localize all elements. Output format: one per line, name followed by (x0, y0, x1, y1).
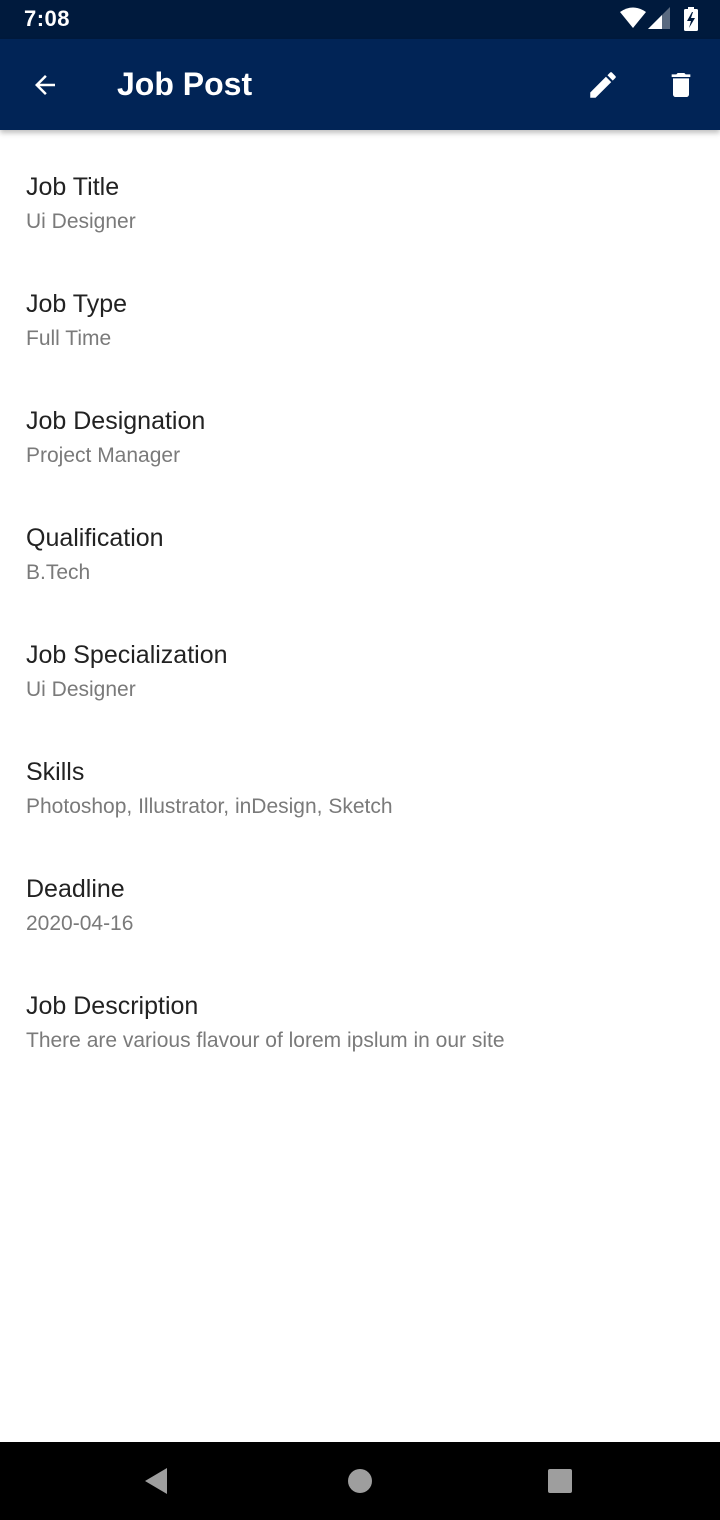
nav-back-button[interactable] (131, 1456, 181, 1506)
field-label: Qualification (26, 524, 164, 552)
status-time: 7:08 (24, 6, 71, 31)
field-job-designation: Job Designation Project Manager (26, 379, 696, 469)
field-label: Job Specialization (26, 641, 228, 669)
nav-home-circle-icon (348, 1469, 372, 1493)
field-value: Ui Designer (26, 678, 136, 701)
field-job-specialization: Job Specialization Ui Designer (26, 613, 696, 703)
page-title: Job Post (117, 66, 253, 102)
field-label: Job Title (26, 173, 120, 201)
wifi-icon (620, 7, 646, 28)
edit-button[interactable] (576, 58, 630, 112)
nav-recents-square-icon (548, 1469, 572, 1493)
status-bar: 7:08 (0, 0, 720, 39)
field-qualification: Qualification B.Tech (26, 496, 696, 586)
app-bar: Job Post (0, 39, 720, 130)
field-label: Deadline (26, 875, 125, 903)
field-job-type: Job Type Full Time (26, 262, 696, 352)
pencil-icon (590, 72, 616, 98)
field-skills: Skills Photoshop, Illustrator, inDesign,… (26, 730, 696, 820)
battery-charging-icon (684, 7, 698, 31)
nav-back-triangle-icon (145, 1468, 167, 1494)
back-button[interactable] (18, 58, 72, 112)
system-nav-bar (0, 1442, 720, 1520)
field-value: Project Manager (26, 444, 181, 467)
delete-button[interactable] (654, 58, 708, 112)
nav-home-button[interactable] (335, 1456, 385, 1506)
field-label: Job Designation (26, 407, 206, 435)
trash-icon (671, 73, 691, 97)
field-label: Job Type (26, 290, 128, 318)
field-value: Photoshop, Illustrator, inDesign, Sketch (26, 795, 393, 818)
field-value: There are various flavour of lorem ipslu… (26, 1029, 505, 1052)
nav-recents-button[interactable] (535, 1456, 585, 1506)
field-deadline: Deadline 2020-04-16 (26, 847, 696, 937)
field-label: Job Description (26, 992, 199, 1020)
cell-signal-icon (648, 7, 670, 29)
field-value: Ui Designer (26, 210, 136, 233)
field-value: 2020-04-16 (26, 912, 134, 935)
field-job-description: Job Description There are various flavou… (26, 964, 696, 1054)
field-label: Skills (26, 758, 85, 786)
field-job-title: Job Title Ui Designer (26, 145, 696, 235)
field-value: Full Time (26, 327, 112, 350)
field-value: B.Tech (26, 561, 91, 584)
arrow-back-icon (35, 75, 55, 95)
